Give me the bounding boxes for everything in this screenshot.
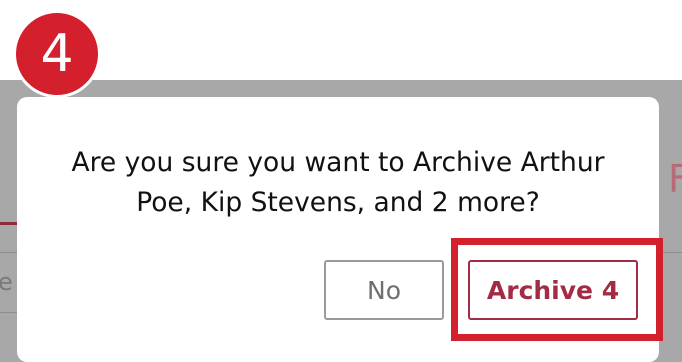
background-divider [0,252,18,253]
highlight-annotation-box [451,238,663,341]
step-number: 4 [40,24,74,84]
background-text-fragment: F [668,157,682,201]
background-tab-underline [0,222,18,225]
dialog-message-line: Poe, Kip Stevens, and 2 more? [136,187,540,218]
dialog-message-line: Are you sure you want to Archive Arthur [71,147,605,178]
background-divider [0,312,18,313]
no-button[interactable]: No [324,260,444,320]
background-divider [660,252,682,253]
background-text-fragment: e [0,268,13,296]
step-number-badge: 4 [13,10,101,98]
dialog-message: Are you sure you want to Archive Arthur … [17,143,659,223]
